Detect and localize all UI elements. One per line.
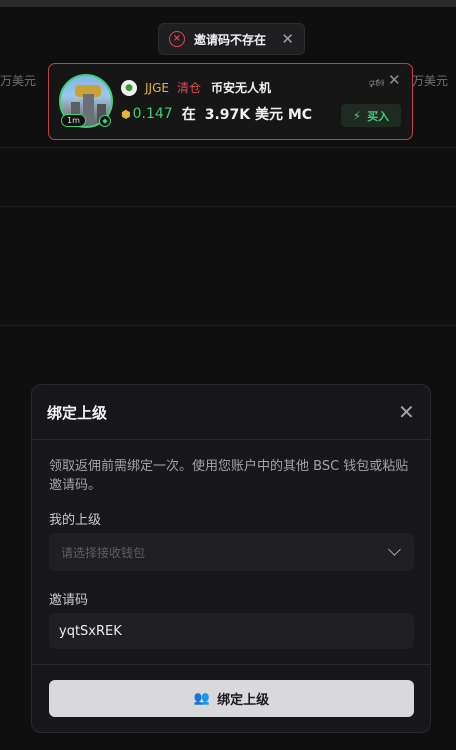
list-divider	[0, 325, 456, 326]
trade-amount: 0.147	[132, 106, 173, 122]
frog-icon: ●	[121, 79, 137, 96]
divider	[32, 439, 430, 440]
background-partial-text: 万美元	[412, 74, 449, 88]
lightning-icon: ⚡	[352, 108, 362, 123]
background-partial-text: 万美元	[0, 74, 37, 88]
market-cap: 3.97K 美元 MC	[204, 107, 313, 123]
chain-badge-icon: ◆	[99, 115, 111, 127]
wallet-select-placeholder: 请选择接收钱包	[61, 545, 146, 560]
divider	[32, 664, 430, 665]
list-divider	[0, 147, 456, 148]
at-label: 在	[181, 107, 196, 123]
invite-code-label: 邀请码	[49, 593, 89, 608]
chevron-down-icon	[388, 543, 401, 556]
superior-label: 我的上级	[49, 513, 102, 528]
buy-label: 买入	[367, 109, 390, 123]
bind-superior-dialog: 绑定上级 ✕ 领取返佣前需绑定一次。使用您账户中的其他 BSC 钱包或粘贴邀请码…	[31, 384, 431, 733]
close-icon[interactable]: ✕	[281, 32, 294, 47]
trade-action: 清仓	[176, 81, 201, 95]
wallet-select[interactable]: 请选择接收钱包	[49, 533, 414, 571]
bind-superior-button[interactable]: 👥 绑定上级	[49, 680, 414, 717]
token-name: 币安无人机	[210, 81, 271, 95]
dialog-description: 领取返佣前需绑定一次。使用您账户中的其他 BSC 钱包或粘贴邀请码。	[49, 459, 409, 493]
token-ticker: JJGE	[145, 80, 169, 95]
dialog-title: 绑定上级	[47, 404, 108, 422]
users-icon: 👥	[193, 691, 211, 706]
list-divider	[0, 206, 456, 207]
error-toast: × 邀请码不存在 ✕	[158, 23, 305, 55]
bnb-icon: ⬢	[121, 107, 131, 121]
megaphone-icon[interactable]: 🕬	[369, 74, 384, 95]
close-icon[interactable]: ✕	[398, 402, 415, 422]
close-icon[interactable]: ✕	[388, 71, 401, 89]
error-circle-icon: ×	[169, 31, 185, 47]
invite-code-input[interactable]: yqtSxREK	[49, 613, 414, 649]
notification-header: ● JJGE 清仓 币安无人机	[121, 79, 271, 96]
age-badge: 1m	[61, 114, 86, 127]
toast-message: 邀请码不存在	[194, 32, 267, 47]
notification-details: ⬢ 0.147 在 3.97K 美元 MC	[121, 104, 312, 124]
bind-button-label: 绑定上级	[217, 693, 270, 708]
top-bar	[0, 0, 456, 7]
buy-button[interactable]: ⚡ 买入	[341, 104, 401, 127]
trade-notification[interactable]: 1m ◆ ● JJGE 清仓 币安无人机 ⬢ 0.147 在 3.97K 美元 …	[48, 63, 413, 140]
